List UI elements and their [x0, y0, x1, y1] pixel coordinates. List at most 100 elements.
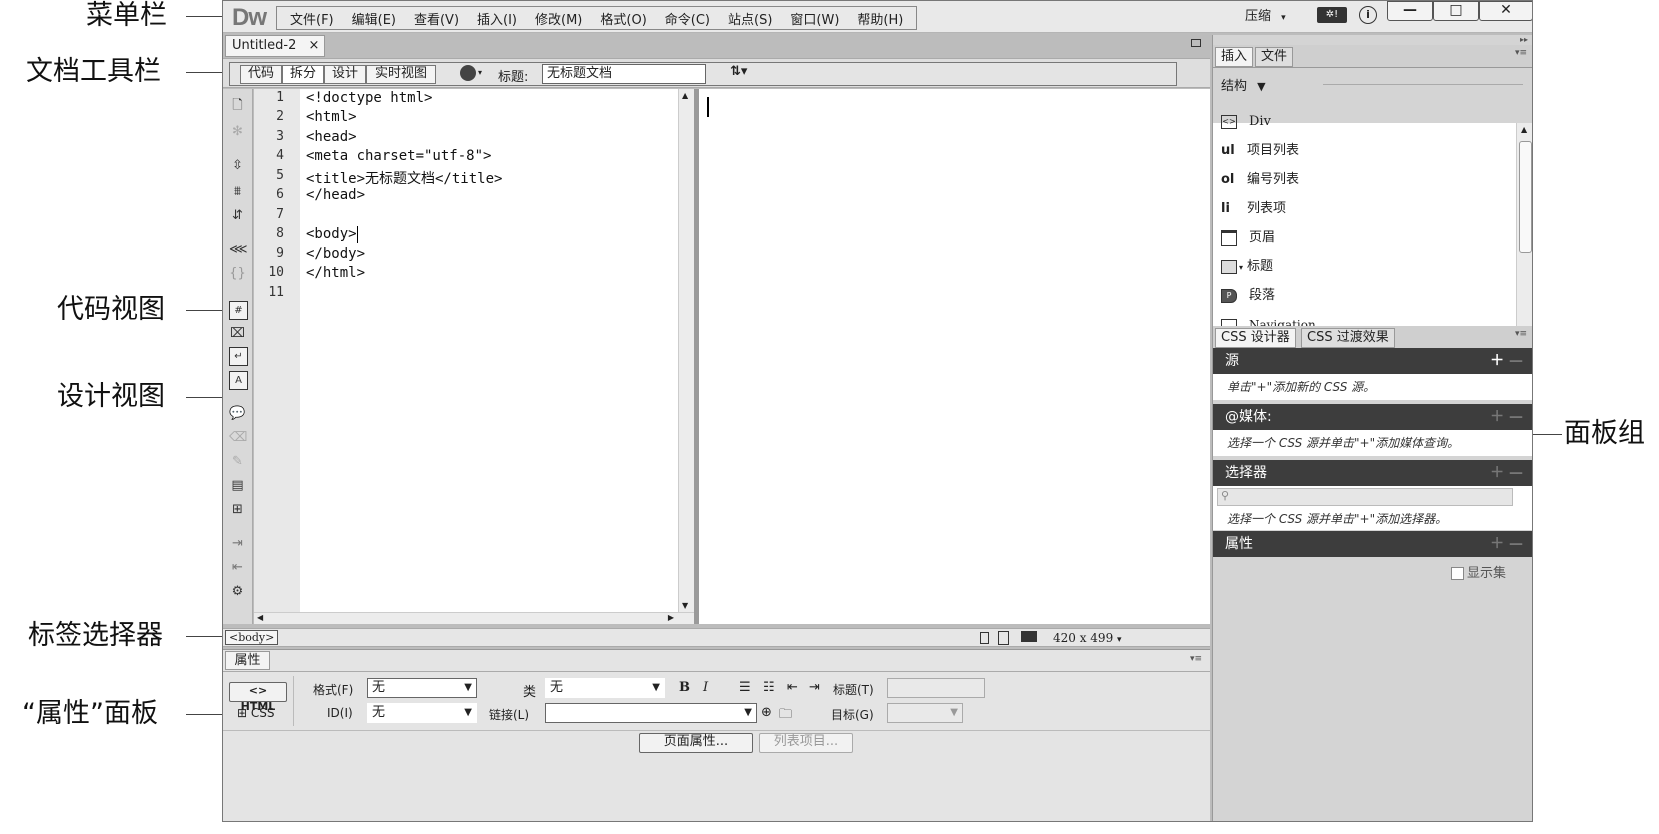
open-documents-icon[interactable]: 🗋 [229, 97, 246, 114]
syntax-coloring-icon[interactable]: A [229, 371, 248, 390]
properties-tab[interactable]: 属性 [225, 651, 270, 670]
bold-button[interactable]: B [679, 680, 690, 695]
recent-snippets-icon[interactable]: ▤ [229, 477, 246, 494]
tag-selector-body[interactable]: <body> [225, 630, 279, 645]
code-vertical-scrollbar[interactable]: ▲ ▼ [678, 89, 694, 612]
menu-file[interactable]: 文件(F) [290, 9, 334, 28]
scroll-left-icon[interactable]: ◀ [257, 613, 263, 622]
tab-css-transitions[interactable]: CSS 过渡效果 [1301, 328, 1395, 348]
minimize-button[interactable]: — [1387, 1, 1433, 21]
title-attr-input[interactable] [887, 678, 985, 698]
list-item-button[interactable]: 列表项目... [759, 733, 853, 753]
maximize-button[interactable]: □ [1433, 1, 1479, 21]
panel-menu-icon[interactable]: ▾≡ [1515, 329, 1527, 339]
split-view-button[interactable]: 拆分 [282, 65, 324, 84]
tab-close-icon[interactable]: × [309, 38, 320, 53]
show-set-checkbox[interactable]: 显示集 [1451, 562, 1506, 581]
collapse-full-tag-icon[interactable]: ⇳ [229, 157, 246, 174]
insert-scrollbar[interactable]: ▲ ▼ [1516, 123, 1532, 348]
restore-doc-icon[interactable] [1191, 39, 1201, 47]
show-code-navigator-icon[interactable]: ✻ [229, 123, 246, 140]
tab-files[interactable]: 文件 [1255, 47, 1294, 67]
file-management-icon[interactable]: ⇅▾ [730, 64, 760, 82]
add-remove-icon[interactable]: ＋ — [1490, 404, 1523, 430]
add-remove-icon[interactable]: ＋ — [1490, 460, 1523, 486]
browse-folder-icon[interactable]: 🗀 [779, 705, 792, 727]
workspace-compress[interactable]: 压缩 ▾ [1245, 5, 1286, 24]
code-horizontal-scrollbar[interactable]: ◀ ▶ [254, 612, 694, 624]
insert-div[interactable]: <> Div [1221, 111, 1271, 133]
scroll-right-icon[interactable]: ▶ [668, 613, 674, 622]
design-view[interactable] [699, 89, 1210, 624]
scroll-down-icon[interactable]: ▼ [682, 601, 688, 610]
design-view-button[interactable]: 设计 [324, 65, 366, 84]
menu-format[interactable]: 格式(O) [600, 9, 646, 28]
menu-insert[interactable]: 插入(I) [477, 9, 517, 28]
menu-window[interactable]: 窗口(W) [790, 9, 839, 28]
format-source-icon[interactable]: ⚙ [229, 583, 246, 600]
insert-ordered-list[interactable]: ol 编号列表 [1221, 169, 1299, 191]
mobile-size-icon[interactable] [980, 632, 989, 644]
outdent-code-icon[interactable]: ⇤ [229, 559, 246, 576]
remove-comment-icon[interactable]: ⌫ [229, 429, 247, 446]
info-icon[interactable]: i [1359, 6, 1377, 24]
menu-help[interactable]: 帮助(H) [857, 9, 903, 28]
word-wrap-icon[interactable]: ↵ [229, 347, 248, 366]
menu-modify[interactable]: 修改(M) [535, 9, 582, 28]
window-size-readout[interactable]: 420 x 499 ▾ [1053, 631, 1122, 645]
select-parent-tag-icon[interactable]: ⋘ [229, 241, 248, 258]
move-css-icon[interactable]: ⊞ [229, 501, 246, 518]
add-remove-icon[interactable]: ＋ — [1490, 348, 1523, 374]
italic-button[interactable]: I [703, 680, 708, 695]
insert-list-item[interactable]: li 列表项 [1221, 198, 1286, 220]
menu-site[interactable]: 站点(S) [728, 9, 772, 28]
tab-insert[interactable]: 插入 [1215, 47, 1254, 67]
css-mode-button[interactable]: ⊞ CSS [237, 706, 275, 720]
code-view-button[interactable]: 代码 [240, 65, 282, 84]
outdent-icon[interactable]: ⇤ [787, 680, 798, 695]
id-select[interactable]: 无 ▼ [367, 703, 477, 723]
insert-category-select[interactable]: 结构 ▼ [1221, 75, 1266, 94]
format-select[interactable]: 无 ▼ [367, 678, 477, 698]
indent-code-icon[interactable]: ⇥ [229, 535, 246, 552]
class-select[interactable]: 无 ▼ [545, 678, 665, 698]
wrap-tag-icon[interactable]: ✎ [229, 453, 246, 470]
desktop-size-icon[interactable] [1021, 631, 1037, 642]
link-input[interactable]: ▼ [545, 703, 757, 723]
point-to-file-icon[interactable]: ⊕ [761, 705, 772, 720]
tab-css-designer[interactable]: CSS 设计器 [1215, 328, 1296, 348]
document-tab[interactable]: Untitled-2 × [225, 35, 325, 57]
add-remove-icon[interactable]: ＋ — [1490, 531, 1523, 557]
scroll-up-icon[interactable]: ▲ [1521, 125, 1527, 134]
extension-icon[interactable]: ✲! [1317, 7, 1347, 23]
apply-comment-icon[interactable]: 💬 [229, 405, 246, 422]
menu-view[interactable]: 查看(V) [414, 9, 459, 28]
html-mode-button[interactable]: <> HTML [229, 682, 287, 713]
scroll-thumb[interactable] [1519, 141, 1532, 253]
selector-filter-input[interactable]: ⚲ [1217, 488, 1513, 506]
live-view-button[interactable]: 实时视图 [366, 65, 436, 84]
target-select[interactable]: ▼ [887, 703, 963, 723]
code-editor[interactable]: <!doctype html> <html> <head> <meta char… [300, 89, 678, 612]
insert-unordered-list[interactable]: ul 项目列表 [1221, 140, 1299, 162]
ordered-list-icon[interactable]: ☷ [763, 680, 775, 695]
menu-command[interactable]: 命令(C) [665, 9, 710, 28]
close-button[interactable]: ✕ [1479, 1, 1532, 21]
page-properties-button[interactable]: 页面属性... [639, 733, 753, 753]
globe-icon[interactable] [460, 65, 476, 81]
insert-heading[interactable]: ▾ 标题 [1221, 256, 1273, 278]
panel-menu-icon[interactable]: ▾≡ [1515, 48, 1527, 58]
unordered-list-icon[interactable]: ☰ [739, 680, 751, 695]
balance-braces-icon[interactable]: {} [229, 265, 246, 282]
insert-paragraph[interactable]: P 段落 [1221, 285, 1275, 307]
panel-menu-icon[interactable]: ▾≡ [1190, 654, 1202, 664]
indent-icon[interactable]: ⇥ [809, 680, 820, 695]
collapse-panels-icon[interactable]: ▸▸ [1520, 35, 1528, 44]
title-input[interactable]: 无标题文档 [542, 64, 706, 84]
insert-header[interactable]: 页眉 [1221, 227, 1275, 249]
line-numbers-icon[interactable]: # [229, 301, 248, 320]
highlight-invalid-code-icon[interactable]: ⌧ [229, 325, 246, 342]
menu-edit[interactable]: 编辑(E) [352, 9, 396, 28]
scroll-up-icon[interactable]: ▲ [682, 91, 688, 100]
collapse-selection-icon[interactable]: ⩩ [229, 183, 246, 200]
